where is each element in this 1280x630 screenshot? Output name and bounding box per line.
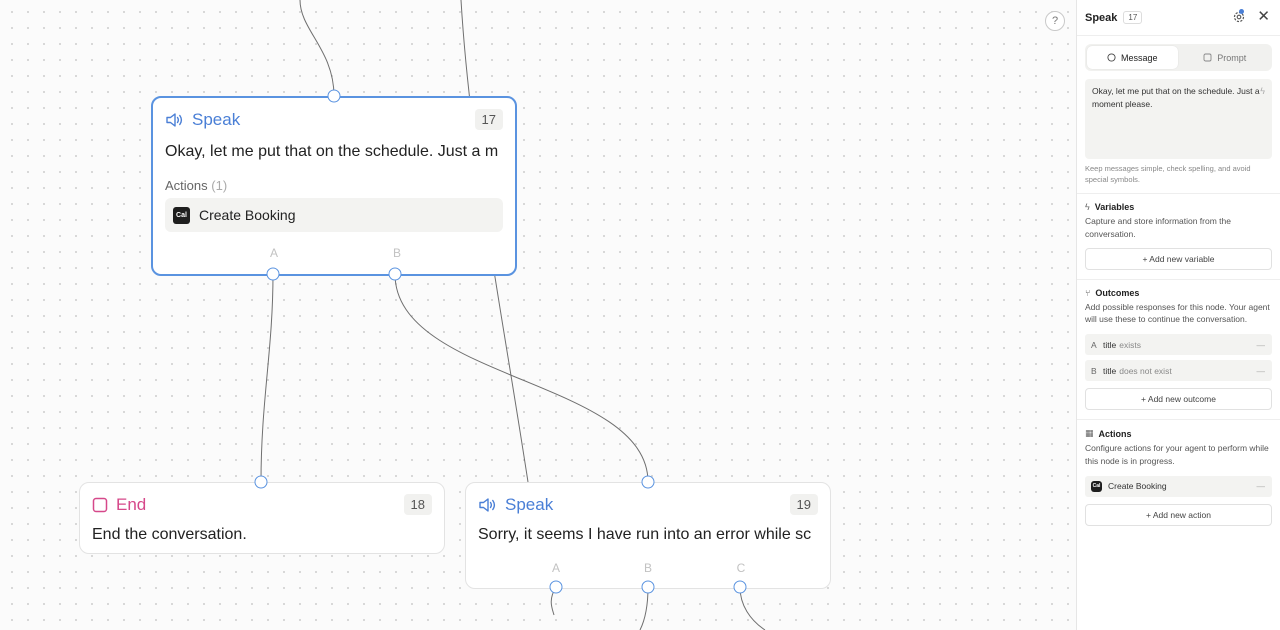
end-node-18[interactable]: End 18 End the conversation. bbox=[79, 482, 445, 554]
node-header: Speak bbox=[478, 495, 553, 515]
actions-label-text: Actions bbox=[165, 178, 208, 193]
action-create-booking[interactable]: Cal Create Booking bbox=[165, 198, 503, 232]
panel-title: Speak bbox=[1085, 11, 1118, 24]
output-port-a-node-17[interactable] bbox=[266, 267, 280, 281]
message-text: Okay, let me put that on the schedule. J… bbox=[1092, 86, 1260, 109]
node-title: End bbox=[116, 495, 147, 514]
output-port-b-node-17[interactable] bbox=[388, 267, 402, 281]
wire-19-c bbox=[739, 586, 766, 630]
variables-description: Capture and store information from the c… bbox=[1085, 216, 1231, 239]
panel-node-id-badge: 17 bbox=[1123, 11, 1143, 24]
node-header: Speak bbox=[165, 110, 240, 130]
outcome-letter: A bbox=[1091, 339, 1097, 350]
output-label-a: A bbox=[269, 246, 279, 260]
outcome-row-a[interactable]: A title exists — bbox=[1085, 334, 1272, 355]
message-hint: Keep messages simple, check spelling, an… bbox=[1085, 164, 1251, 184]
flow-canvas[interactable]: ? Speak 17 Okay, let me put that on the … bbox=[0, 0, 1076, 630]
chat-bubble-icon bbox=[1107, 53, 1116, 62]
wire-incoming-1 bbox=[299, 0, 335, 97]
actions-section: ▦ Actions Configure actions for your age… bbox=[1077, 419, 1280, 535]
input-port-node-17[interactable] bbox=[327, 89, 341, 103]
input-port-node-19[interactable] bbox=[641, 475, 655, 489]
speak-node-17[interactable]: Speak 17 Okay, let me put that on the sc… bbox=[151, 96, 517, 276]
calendar-icon: ▦ bbox=[1085, 428, 1094, 438]
cal-logo-icon: Cal bbox=[173, 206, 190, 224]
speaker-icon bbox=[166, 113, 183, 127]
action-row-create-booking[interactable]: Cal Create Booking — bbox=[1085, 475, 1272, 497]
input-port-node-18[interactable] bbox=[254, 475, 268, 489]
node-title: Speak bbox=[505, 495, 554, 514]
output-port-b-node-19[interactable] bbox=[641, 580, 655, 594]
variables-section: ϟ Variables Capture and store informatio… bbox=[1077, 193, 1280, 279]
notification-dot bbox=[1239, 9, 1244, 14]
remove-outcome-icon[interactable]: — bbox=[1257, 340, 1266, 350]
outcome-operator: does not exist bbox=[1119, 365, 1172, 376]
node-message: Okay, let me put that on the schedule. J… bbox=[165, 143, 499, 160]
node-id-badge: 17 bbox=[474, 109, 503, 130]
output-label-b: B bbox=[643, 561, 653, 575]
help-icon[interactable]: ? bbox=[1045, 11, 1065, 31]
actions-header: ▦ Actions bbox=[1085, 428, 1272, 439]
tab-prompt[interactable]: Prompt bbox=[1180, 46, 1271, 69]
remove-action-icon[interactable]: — bbox=[1257, 481, 1266, 491]
node-title: Speak bbox=[192, 110, 241, 129]
output-label-b: B bbox=[392, 246, 402, 260]
node-header: End bbox=[92, 495, 146, 515]
variables-title: Variables bbox=[1094, 202, 1135, 212]
speak-node-19[interactable]: Speak 19 Sorry, it seems I have run into… bbox=[465, 482, 831, 589]
outcomes-header: ⑂ Outcomes bbox=[1085, 288, 1272, 298]
output-label-c: C bbox=[736, 561, 746, 575]
branch-icon: ⑂ bbox=[1085, 287, 1091, 298]
speaker-icon bbox=[479, 498, 496, 512]
actions-label: Actions (1) bbox=[165, 178, 227, 193]
outcomes-description: Add possible responses for this node. Yo… bbox=[1085, 301, 1270, 325]
stop-square-icon bbox=[92, 497, 108, 513]
close-icon[interactable]: ✕ bbox=[1257, 9, 1270, 24]
message-textarea[interactable]: Okay, let me put that on the schedule. J… bbox=[1085, 79, 1272, 159]
action-label: Create Booking bbox=[199, 207, 296, 223]
node-message: Sorry, it seems I have run into an error… bbox=[478, 526, 812, 543]
add-action-button[interactable]: + Add new action bbox=[1085, 503, 1272, 526]
variable-icon: ϟ bbox=[1085, 202, 1090, 212]
actions-description: Configure actions for your agent to perf… bbox=[1085, 443, 1269, 466]
panel-header: Speak 17 ✕ bbox=[1077, 0, 1280, 36]
outcomes-section: ⑂ Outcomes Add possible responses for th… bbox=[1077, 278, 1280, 420]
actions-count: (1) bbox=[211, 178, 228, 193]
add-outcome-button[interactable]: + Add new outcome bbox=[1085, 388, 1272, 410]
outcome-letter: B bbox=[1091, 365, 1097, 376]
tab-message[interactable]: Message bbox=[1087, 46, 1178, 69]
lightning-icon[interactable]: ϟ bbox=[1260, 85, 1265, 99]
node-inspector-panel: Speak 17 ✕ Message Prompt Okay, let me p… bbox=[1076, 0, 1280, 630]
node-message: End the conversation. bbox=[92, 526, 247, 543]
node-id-badge: 19 bbox=[789, 494, 818, 515]
actions-title: Actions bbox=[1098, 428, 1132, 439]
outcome-field: title bbox=[1103, 365, 1117, 376]
message-prompt-tabs: Message Prompt bbox=[1085, 44, 1272, 71]
outcome-row-b[interactable]: B title does not exist — bbox=[1085, 360, 1272, 381]
outcome-field: title bbox=[1103, 339, 1117, 350]
wire-b-to-speak bbox=[394, 273, 649, 483]
wire-a-to-end bbox=[260, 273, 274, 483]
cal-logo-icon: Cal bbox=[1091, 480, 1102, 492]
output-label-a: A bbox=[551, 561, 561, 575]
node-id-badge: 18 bbox=[403, 494, 432, 515]
output-port-a-node-19[interactable] bbox=[549, 580, 563, 594]
prompt-icon bbox=[1203, 53, 1212, 62]
action-label: Create Booking bbox=[1108, 481, 1167, 491]
output-port-c-node-19[interactable] bbox=[733, 580, 747, 594]
variables-header: ϟ Variables bbox=[1085, 202, 1272, 212]
outcomes-title: Outcomes bbox=[1095, 287, 1140, 298]
add-variable-button[interactable]: + Add new variable bbox=[1085, 247, 1272, 270]
tab-message-label: Message bbox=[1120, 52, 1158, 63]
tab-prompt-label: Prompt bbox=[1217, 52, 1247, 63]
remove-outcome-icon[interactable]: — bbox=[1257, 366, 1266, 376]
outcome-operator: exists bbox=[1119, 339, 1141, 350]
